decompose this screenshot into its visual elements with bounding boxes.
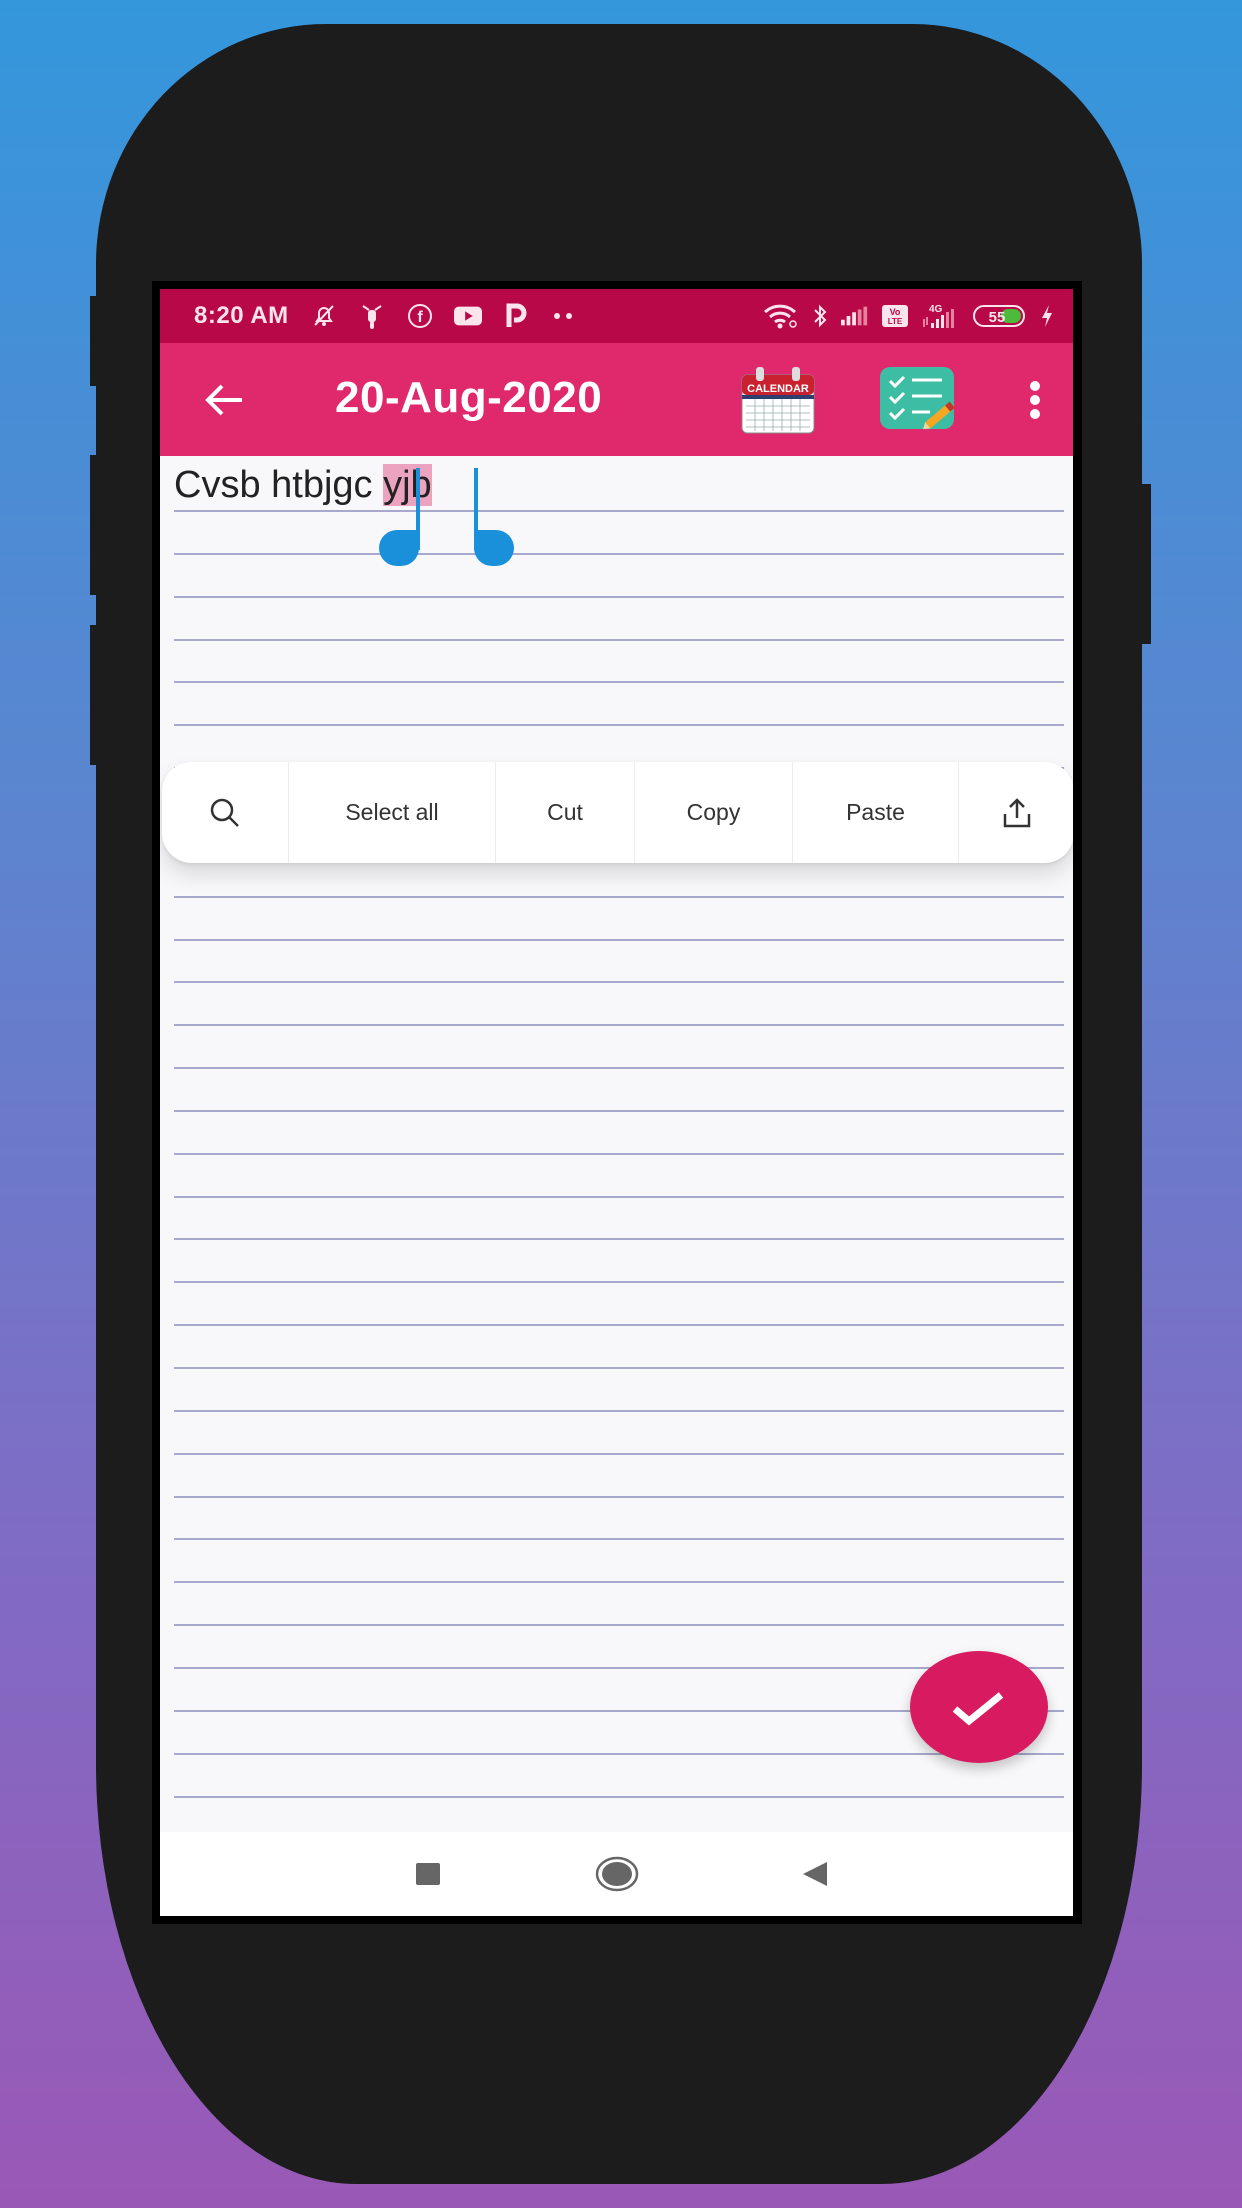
bluetooth-icon xyxy=(811,302,829,330)
svg-text:LTE: LTE xyxy=(888,317,903,326)
selection-start-handle[interactable] xyxy=(379,530,419,566)
selected-text: yjb xyxy=(383,464,432,506)
ruled-line xyxy=(174,1624,1064,1626)
volte-icon: Vo LTE xyxy=(881,302,909,330)
ruled-line xyxy=(174,1581,1064,1583)
ruled-line xyxy=(174,1453,1064,1455)
share-button[interactable] xyxy=(959,762,1073,863)
ruled-line xyxy=(174,896,1064,898)
note-editor[interactable]: Cvsb htbjgc yjb Select all Cut Copy Past… xyxy=(160,456,1073,1832)
notification-icons: f xyxy=(310,299,578,333)
checklist-icon xyxy=(880,367,955,430)
power-button xyxy=(1142,484,1151,644)
ruled-line xyxy=(174,724,1064,726)
ruled-line xyxy=(174,1410,1064,1412)
ruled-line xyxy=(174,1024,1064,1026)
note-text[interactable]: Cvsb htbjgc yjb xyxy=(174,464,432,507)
select-all-button[interactable]: Select all xyxy=(289,762,496,863)
p-app-icon xyxy=(502,302,530,330)
back-arrow-icon xyxy=(205,384,242,416)
svg-text:4G: 4G xyxy=(929,304,943,315)
system-nav-bar xyxy=(160,1832,1073,1916)
recents-square-icon xyxy=(416,1863,440,1885)
recents-button[interactable] xyxy=(413,1854,443,1894)
scooter-icon xyxy=(358,302,386,330)
svg-text:Vo: Vo xyxy=(890,307,901,317)
status-bar: 8:20 AM f Vo LTE 4G 55 xyxy=(160,289,1073,343)
back-triangle-icon xyxy=(803,1862,827,1886)
battery-level: 55 xyxy=(989,309,1006,326)
system-status-icons: Vo LTE 4G 55 xyxy=(763,299,1055,333)
ruled-line xyxy=(174,1067,1064,1069)
page-title: 20-Aug-2020 xyxy=(335,373,603,422)
calendar-label: CALENDAR xyxy=(747,383,809,395)
more-vert-icon xyxy=(1030,381,1040,419)
back-button[interactable] xyxy=(200,375,250,425)
home-button[interactable] xyxy=(592,1854,642,1894)
svg-text:f: f xyxy=(417,309,423,326)
selection-end-handle[interactable] xyxy=(474,530,514,566)
ruled-line xyxy=(174,1238,1064,1240)
4g-signal-icon: 4G xyxy=(921,302,961,330)
status-time: 8:20 AM xyxy=(194,302,289,329)
checklist-button[interactable] xyxy=(878,365,958,431)
signal-icon xyxy=(841,302,869,330)
more-options-button[interactable] xyxy=(1020,373,1050,427)
ruled-line xyxy=(174,553,1064,555)
ruled-line xyxy=(174,1753,1064,1755)
ruled-line xyxy=(174,1196,1064,1198)
home-circle-icon xyxy=(595,1856,639,1892)
ruled-line xyxy=(174,981,1064,983)
ruled-line xyxy=(174,639,1064,641)
ruled-line xyxy=(174,510,1064,512)
save-fab[interactable] xyxy=(910,1651,1048,1763)
ruled-line xyxy=(174,1367,1064,1369)
search-icon xyxy=(210,798,239,827)
ruled-line xyxy=(174,596,1064,598)
ruled-line xyxy=(174,681,1064,683)
paste-button[interactable]: Paste xyxy=(793,762,959,863)
youtube-icon xyxy=(454,302,482,330)
search-button[interactable] xyxy=(162,762,289,863)
mute-bell-icon xyxy=(310,302,338,330)
ruled-line xyxy=(174,1110,1064,1112)
calendar-button[interactable]: CALENDAR xyxy=(738,365,818,435)
volume-button xyxy=(90,296,98,386)
facebook-icon: f xyxy=(406,302,434,330)
calendar-icon: CALENDAR xyxy=(741,367,815,434)
check-icon xyxy=(952,1692,1004,1726)
ruled-line xyxy=(174,1324,1064,1326)
ruled-line xyxy=(174,1153,1064,1155)
volume-up-button xyxy=(90,455,98,595)
charging-icon xyxy=(1039,302,1055,330)
ruled-line xyxy=(174,1496,1064,1498)
phone-screen: 8:20 AM f Vo LTE 4G 55 20-Aug-2020 CALEN… xyxy=(160,289,1073,1916)
cut-button[interactable]: Cut xyxy=(496,762,635,863)
ruled-line xyxy=(174,1796,1064,1798)
note-text-unselected: Cvsb htbjgc xyxy=(174,464,384,506)
share-icon xyxy=(1003,797,1030,827)
ruled-line xyxy=(174,939,1064,941)
text-selection-toolbar: Select all Cut Copy Paste xyxy=(162,762,1073,863)
ruled-line xyxy=(174,1538,1064,1540)
ruled-line xyxy=(174,1281,1064,1283)
wifi-icon xyxy=(763,302,799,330)
volume-down-button xyxy=(90,625,98,765)
more-dots-icon xyxy=(550,302,578,330)
app-bar: 20-Aug-2020 CALENDAR xyxy=(160,343,1073,456)
back-nav-button[interactable] xyxy=(800,1854,830,1894)
battery-icon: 55 xyxy=(973,302,1027,330)
copy-button[interactable]: Copy xyxy=(635,762,793,863)
